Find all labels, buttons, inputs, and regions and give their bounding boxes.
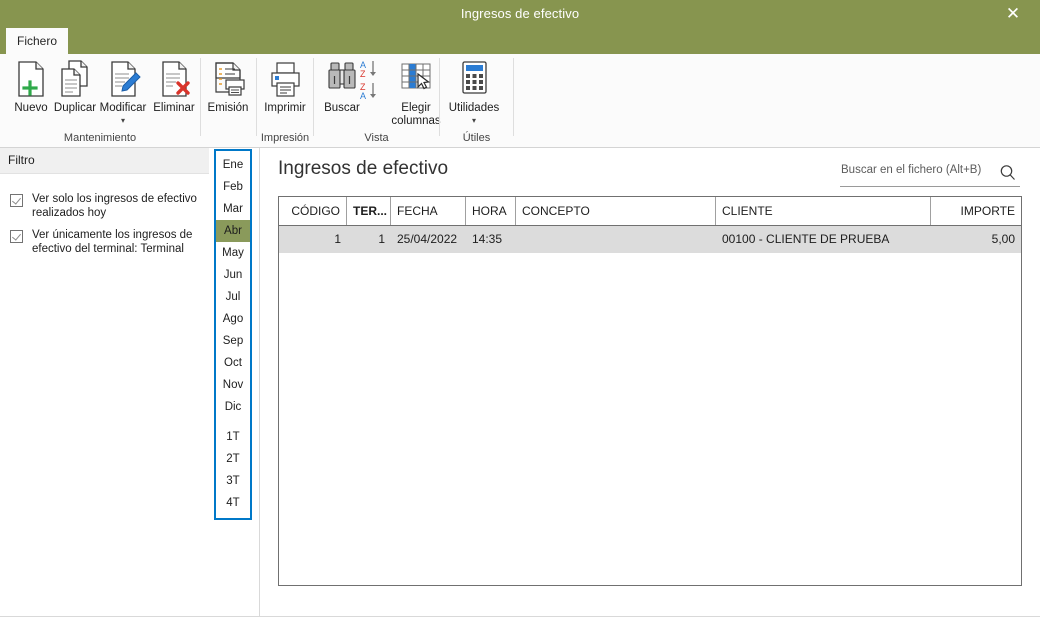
sort-az-za-icon: A Z Z A — [356, 58, 386, 102]
filter-panel-title: Filtro — [8, 153, 35, 167]
month-item-feb[interactable]: Feb — [216, 176, 250, 198]
cell-importe: 5,00 — [991, 232, 1015, 246]
ribbon-group-label-vista: Vista — [364, 132, 389, 144]
cell-fecha: 25/04/2022 — [397, 232, 458, 246]
chevron-down-icon[interactable]: ▾ — [94, 116, 152, 126]
delete-document-icon — [145, 58, 203, 102]
checkbox-terminal[interactable] — [10, 230, 23, 243]
column-header-importe[interactable]: IMPORTE — [931, 197, 1021, 225]
month-item-nov[interactable]: Nov — [216, 374, 250, 396]
page-title: Ingresos de efectivo — [278, 158, 449, 179]
period-selector-list[interactable]: Ene Feb Mar Abr May Jun Jul Ago Sep Oct … — [214, 149, 252, 520]
records-table: CÓDIGO TER... FECHA HORA CONCEPTO CLIENT… — [278, 196, 1022, 586]
month-item-oct[interactable]: Oct — [216, 352, 250, 374]
filter-panel: Filtro Ver solo los ingresos de efectivo… — [0, 148, 210, 616]
modify-button-label: Modificar — [99, 102, 147, 114]
search-input[interactable]: Buscar en el fichero (Alt+B) — [840, 160, 1020, 187]
ribbon-separator-5 — [513, 58, 514, 136]
month-item-may[interactable]: May — [216, 242, 250, 264]
delete-button-label: Eliminar — [153, 102, 195, 114]
chevron-down-icon[interactable]: ▾ — [445, 116, 503, 126]
ribbon-group-label-utiles: Útiles — [462, 132, 491, 144]
close-icon[interactable]: ✕ — [992, 0, 1034, 28]
modify-button[interactable]: Modificar ▾ — [94, 56, 152, 126]
checkbox-today[interactable] — [10, 194, 23, 207]
quarter-item-2t[interactable]: 2T — [216, 448, 250, 470]
choose-columns-button[interactable]: Elegir columnas — [388, 56, 444, 128]
print-button-label: Imprimir — [264, 102, 306, 114]
table-header-row: CÓDIGO TER... FECHA HORA CONCEPTO CLIENT… — [279, 197, 1021, 226]
cell-cliente: 00100 - CLIENTE DE PRUEBA — [722, 232, 890, 246]
utilities-button[interactable]: Utilidades ▾ — [445, 56, 503, 126]
column-header-hora[interactable]: HORA — [466, 197, 516, 225]
delete-button[interactable]: Eliminar — [145, 56, 203, 115]
month-item-abr[interactable]: Abr — [216, 220, 250, 242]
quarter-item-3t[interactable]: 3T — [216, 470, 250, 492]
month-item-jul[interactable]: Jul — [216, 286, 250, 308]
cell-codigo: 1 — [334, 232, 341, 246]
edit-document-icon — [94, 58, 152, 102]
column-header-codigo[interactable]: CÓDIGO — [279, 197, 347, 225]
column-header-cliente[interactable]: CLIENTE — [716, 197, 931, 225]
search-input-placeholder: Buscar en el fichero (Alt+B) — [841, 164, 982, 176]
report-print-icon — [199, 58, 257, 102]
column-header-ter[interactable]: TER... — [347, 197, 391, 225]
filter-option-terminal-label: Ver únicamente los ingresos de efectivo … — [32, 229, 193, 255]
printer-icon — [256, 58, 314, 102]
cell-ter: 1 — [378, 232, 385, 246]
quarter-item-1t[interactable]: 1T — [216, 426, 250, 448]
calculator-icon — [445, 58, 503, 102]
ribbon-group-utiles: Utilidades ▾ Útiles — [440, 54, 513, 146]
svg-text:Z: Z — [360, 69, 366, 79]
table-row[interactable]: 1 1 25/04/2022 14:35 00100 - CLIENTE DE … — [279, 226, 1021, 253]
filter-option-today-label: Ver solo los ingresos de efectivo realiz… — [32, 193, 197, 219]
ribbon-group-label-mantenimiento: Mantenimiento — [63, 132, 137, 144]
month-item-mar[interactable]: Mar — [216, 198, 250, 220]
quarter-item-4t[interactable]: 4T — [216, 492, 250, 514]
title-bar: Ingresos de efectivo ✕ — [0, 0, 1040, 54]
utilities-button-label: Utilidades — [448, 102, 500, 114]
sort-button[interactable]: A Z Z A — [356, 56, 386, 102]
ribbon-toolbar: Nuevo Duplicar Modificar ▾ Eliminar Mant… — [0, 54, 1040, 148]
ribbon-group-vista: Buscar A Z Z A Elegir columnas Vista — [314, 54, 441, 146]
main-content: Ingresos de efectivo Buscar en el ficher… — [260, 148, 1040, 616]
print-button[interactable]: Imprimir — [256, 56, 314, 115]
ribbon-group-impresion: Imprimir Impresión — [257, 54, 313, 146]
choose-columns-button-label: Elegir columnas — [391, 102, 441, 127]
emision-button-label: Emisión — [207, 102, 249, 114]
month-item-sep[interactable]: Sep — [216, 330, 250, 352]
period-selector-panel: Ene Feb Mar Abr May Jun Jul Ago Sep Oct … — [209, 148, 260, 616]
cell-concepto — [516, 226, 716, 253]
ribbon-group-mantenimiento: Nuevo Duplicar Modificar ▾ Eliminar Mant… — [0, 54, 200, 146]
column-header-concepto[interactable]: CONCEPTO — [516, 197, 716, 225]
month-item-ago[interactable]: Ago — [216, 308, 250, 330]
status-bar — [0, 616, 1040, 620]
application-window: Ingresos de efectivo ✕ Fichero Nuevo Dup… — [0, 0, 1040, 620]
cell-hora: 14:35 — [472, 232, 503, 246]
filter-panel-header: Filtro — [0, 148, 209, 174]
choose-columns-icon — [388, 58, 444, 102]
period-selector-gap — [216, 418, 250, 426]
window-title: Ingresos de efectivo — [460, 6, 580, 21]
emision-button[interactable]: Emisión — [199, 56, 257, 115]
ribbon-group-emision: Emisión — [201, 54, 256, 146]
column-header-fecha[interactable]: FECHA — [391, 197, 466, 225]
svg-text:A: A — [360, 91, 366, 101]
month-item-ene[interactable]: Ene — [216, 154, 250, 176]
search-icon[interactable] — [998, 163, 1018, 188]
month-item-dic[interactable]: Dic — [216, 396, 250, 418]
month-item-jun[interactable]: Jun — [216, 264, 250, 286]
ribbon-group-label-impresion: Impresión — [260, 132, 310, 144]
tab-fichero[interactable]: Fichero — [6, 28, 68, 54]
